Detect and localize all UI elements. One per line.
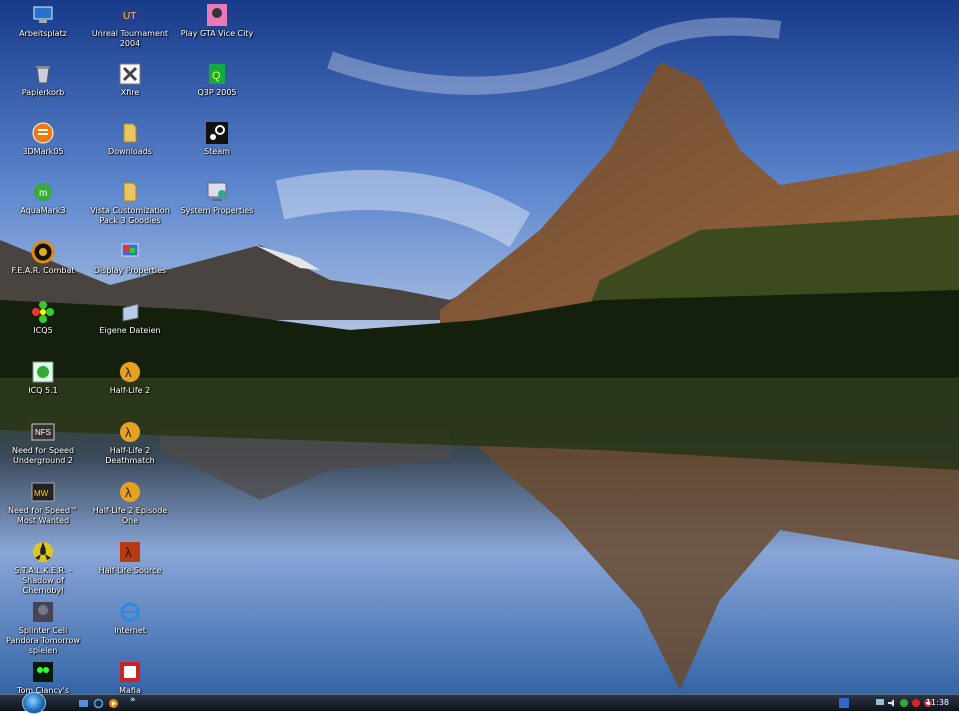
network-icon[interactable] [875, 698, 885, 708]
stalker-icon [33, 542, 53, 562]
svg-text:MW: MW [34, 489, 49, 498]
nfs-most-wanted-icon: MW [31, 482, 55, 502]
antivirus-icon[interactable] [911, 698, 921, 708]
taskbar: » 11:38 [0, 692, 959, 714]
recycle-bin-icon [36, 66, 50, 84]
desktop-icon-downloads[interactable]: Downloads [90, 121, 170, 157]
desktop-icon-aquamark3[interactable]: m AquaMark3 [3, 180, 83, 216]
volume-icon[interactable] [887, 698, 897, 708]
desktop-icon-system-properties[interactable]: System Properties [177, 180, 257, 216]
3dmark-icon [32, 122, 54, 144]
svg-text:λ: λ [125, 425, 132, 440]
icq-flower-icon [32, 301, 54, 323]
desktop-icon-stalker[interactable]: S.T.A.L.K.E.R. - Shadow of Chernobyl [3, 540, 83, 596]
desktop-icon-papierkorb[interactable]: Papierkorb [3, 62, 83, 98]
desktop-icon-mafia[interactable]: Mafia [90, 660, 170, 694]
desktop-icon-steam[interactable]: Steam [177, 121, 257, 157]
steam-icon [206, 122, 228, 144]
wallpaper [0, 0, 959, 694]
fear-icon [31, 240, 55, 264]
half-life-icon: λ [120, 422, 140, 442]
svg-text:λ: λ [125, 485, 132, 500]
xfire-icon [119, 63, 141, 85]
desktop-icon-unreal-tournament[interactable]: UT Unreal Tournament 2004 [90, 3, 170, 49]
desktop-icon-arbeitsplatz[interactable]: Arbeitsplatz [3, 3, 83, 39]
icq-icon [32, 361, 54, 383]
half-life-source-icon: λ [120, 542, 140, 562]
desktop-icon-splinter-cell-pandora[interactable]: Splinter Cell Pandora Tomorrow spielen [3, 600, 83, 656]
display-properties-icon [121, 243, 139, 257]
desktop-icon-half-life-2-episode-one[interactable]: λ Half-Life 2 Episode One [90, 480, 170, 526]
q3p-icon: Q [209, 64, 225, 84]
folder-icon [123, 123, 137, 143]
svg-text:λ: λ [125, 365, 132, 380]
desktop-icon-q3p-2005[interactable]: Q Q3P 2005 [177, 62, 257, 98]
svg-text:λ: λ [125, 545, 132, 560]
desktop-icon-half-life-2[interactable]: λ Half-Life 2 [90, 360, 170, 396]
my-documents-icon [122, 303, 139, 322]
desktop-icon-half-life-2-deathmatch[interactable]: λ Half-Life 2 Deathmatch [90, 420, 170, 466]
gta-vice-city-icon [207, 4, 227, 26]
desktop-icon-fear-combat[interactable]: F.E.A.R. Combat [3, 240, 83, 276]
aquamark-icon: m [34, 183, 52, 201]
quick-launch-chevron[interactable]: » [130, 695, 136, 705]
desktop-icon-nfs-most-wanted[interactable]: MW Need for Speed™ Most Wanted [3, 480, 83, 526]
svg-text:NFS: NFS [35, 428, 51, 437]
desktop-icon-tom-clancys-splinter[interactable]: Tom Clancy's Splinter [3, 660, 83, 694]
desktop-icon-display-properties[interactable]: Display Properties [90, 240, 170, 276]
taskbar-clock[interactable]: 11:38 [926, 698, 949, 707]
svg-text:UT: UT [123, 11, 136, 22]
folder-icon [123, 182, 137, 202]
media-player-icon[interactable] [108, 698, 119, 709]
desktop-icon[interactable] [78, 698, 89, 709]
internet-explorer-icon[interactable] [93, 698, 104, 709]
desktop-icon-internet[interactable]: Internet [90, 600, 170, 636]
half-life-icon: λ [120, 362, 140, 382]
splinter-cell-icon [33, 602, 53, 622]
desktop-icon-3dmark05[interactable]: 3DMark05 [3, 121, 83, 157]
mafia-icon [120, 662, 140, 682]
splinter-cell-chaos-icon [33, 662, 53, 682]
internet-explorer-icon [120, 602, 140, 622]
desktop-icon-half-life-source[interactable]: λ Half-Life Source [90, 540, 170, 576]
system-properties-icon [207, 182, 227, 201]
half-life-icon: λ [120, 482, 140, 502]
desktop-icon-gta-vice-city[interactable]: Play GTA Vice City [177, 3, 257, 39]
nfs-underground-icon: NFS [31, 423, 55, 441]
language-icon[interactable] [839, 698, 849, 708]
desktop-icon-eigene-dateien[interactable]: Eigene Dateien [90, 300, 170, 336]
security-icon[interactable] [899, 698, 909, 708]
unreal-tournament-icon: UT [119, 7, 141, 23]
desktop-icon-nfs-underground-2[interactable]: NFS Need for Speed Underground 2 [3, 420, 83, 466]
desktop-icon-vista-customization[interactable]: Vista Customization Pack 3 Goodies [90, 180, 170, 226]
svg-text:Q: Q [212, 70, 221, 82]
system-tray: 11:38 [839, 695, 959, 711]
desktop-icon-xfire[interactable]: Xfire [90, 62, 170, 98]
computer-icon [33, 6, 53, 23]
desktop-icon-icq51[interactable]: ICQ 5.1 [3, 360, 83, 396]
desktop[interactable]: Arbeitsplatz Papierkorb 3DMark05 m AquaM… [0, 0, 959, 694]
desktop-icon-icq5[interactable]: ICQ5 [3, 300, 83, 336]
svg-text:m: m [39, 188, 47, 199]
